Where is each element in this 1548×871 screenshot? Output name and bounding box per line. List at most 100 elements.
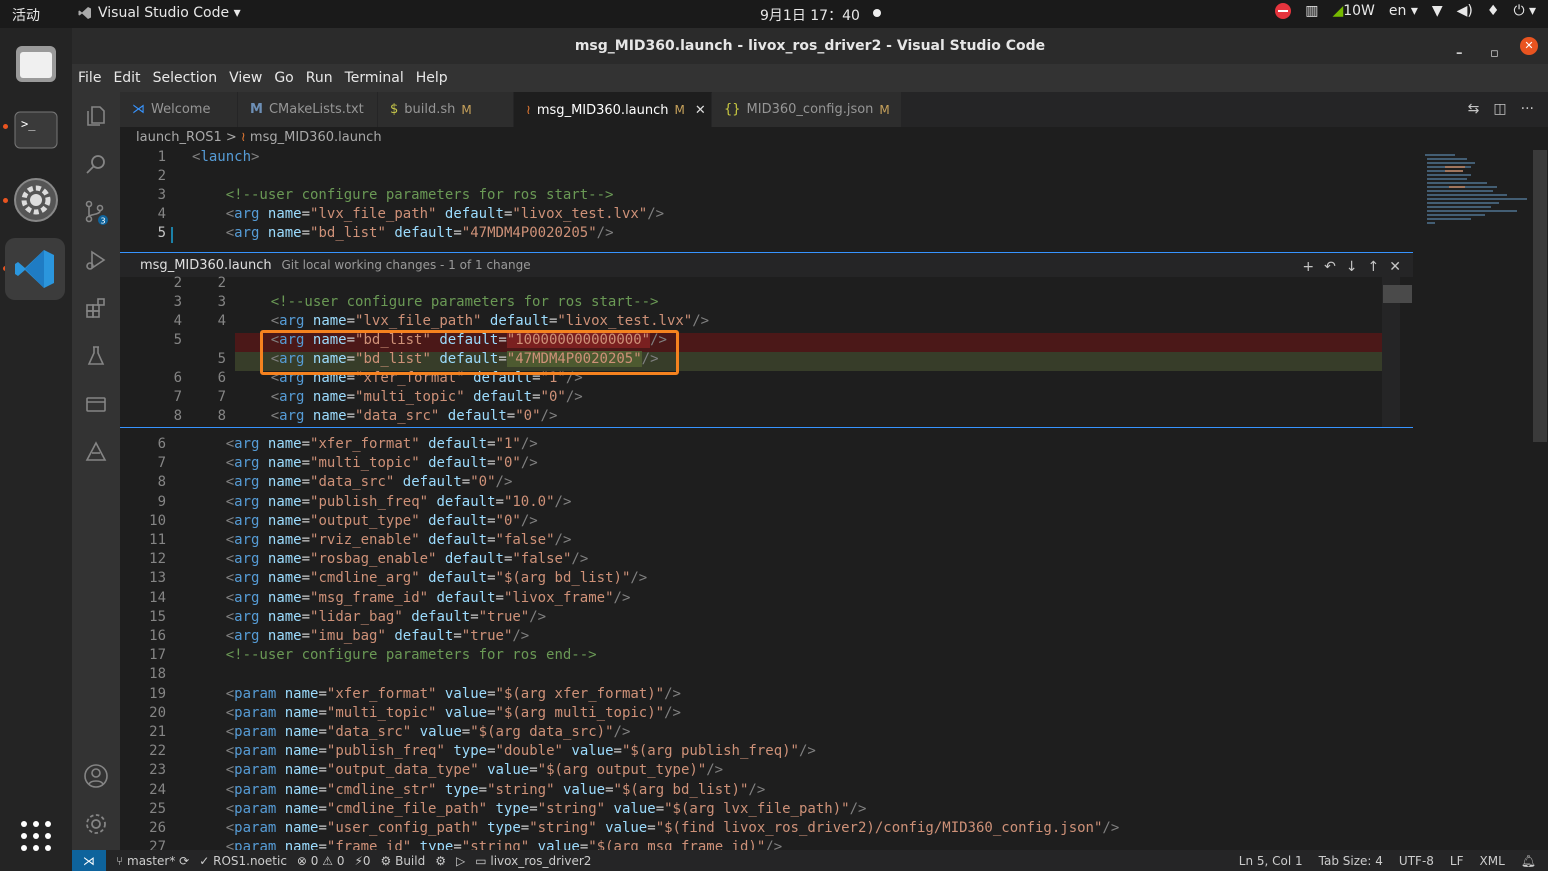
menu-terminal[interactable]: Terminal — [345, 70, 404, 86]
encoding[interactable]: UTF-8 — [1399, 854, 1434, 868]
code-line[interactable]: <arg name="data_src" default="0"/> — [192, 474, 513, 490]
run-debug-icon[interactable] — [82, 246, 110, 274]
code-line[interactable]: <arg name="imu_bag" default="true"/> — [192, 628, 530, 644]
line-ending[interactable]: LF — [1450, 854, 1464, 868]
close-window-button[interactable]: ✕ — [1520, 37, 1538, 55]
build-button[interactable]: ⚙ Build — [381, 854, 426, 868]
code-line[interactable]: <arg name="bd_list" default="47MDM4P0020… — [192, 225, 614, 241]
tab-size[interactable]: Tab Size: 4 — [1319, 854, 1383, 868]
code-line[interactable]: <!--user configure parameters for ros st… — [192, 187, 614, 203]
cursor-position[interactable]: Ln 5, Col 1 — [1239, 854, 1303, 868]
code-line[interactable]: <arg name="output_type" default="0"/> — [192, 513, 538, 529]
source-control-icon[interactable]: 3 — [82, 198, 110, 226]
language-indicator[interactable]: en ▾ — [1389, 3, 1418, 19]
tab-msg-mid360-launch[interactable]: ≀ msg_MID360.launch M ✕ — [514, 92, 712, 127]
open-changes-icon[interactable]: ⇆ — [1468, 101, 1480, 117]
system-tray[interactable]: ▥ ◢10W en ▾ ▼ ◀) ♦ ⏻ ▾ — [1275, 3, 1536, 19]
workspace-folder[interactable]: ▭ livox_ros_driver2 — [475, 854, 591, 868]
git-branch[interactable]: ⑂ master* ⟳ — [116, 854, 189, 868]
code-line[interactable]: <param name="cmdline_file_path" type="st… — [192, 801, 867, 817]
accounts-icon[interactable] — [82, 762, 110, 790]
activities-button[interactable]: 活动 — [12, 5, 40, 25]
code-line[interactable]: <arg name="lvx_file_path" default="livox… — [192, 206, 664, 222]
breadcrumb-file[interactable]: msg_MID360.launch — [250, 130, 382, 145]
files-app-icon[interactable] — [8, 36, 64, 92]
settings-app-icon[interactable] — [8, 172, 64, 228]
wifi-icon[interactable]: ▼ — [1432, 3, 1443, 19]
menu-edit[interactable]: Edit — [113, 70, 140, 86]
sync-icon[interactable]: ⟳ — [179, 854, 189, 868]
extensions-icon[interactable] — [82, 294, 110, 322]
terminal-app-icon[interactable]: >_ — [8, 102, 64, 158]
stage-change-icon[interactable]: + — [1302, 255, 1314, 279]
code-line[interactable]: <param name="multi_topic" value="$(arg m… — [192, 705, 681, 721]
vscode-app-icon[interactable] — [5, 238, 65, 300]
remote-indicator-icon[interactable]: ⋊ — [72, 850, 106, 871]
show-applications-icon[interactable] — [8, 808, 64, 864]
nvidia-power[interactable]: ◢10W — [1332, 3, 1374, 19]
menu-view[interactable]: View — [229, 70, 262, 86]
menu-help[interactable]: Help — [416, 70, 448, 86]
code-line[interactable]: <param name="frame_id" type="string" val… — [192, 839, 782, 850]
split-editor-icon[interactable]: ◫ — [1493, 101, 1506, 117]
search-icon[interactable] — [82, 150, 110, 178]
close-peek-icon[interactable]: ✕ — [1389, 255, 1401, 279]
manage-gear-icon[interactable] — [82, 810, 110, 838]
code-line[interactable]: <param name="cmdline_str" type="string" … — [192, 782, 766, 798]
diff-context-line[interactable]: <arg name="multi_topic" default="0"/> — [237, 389, 583, 405]
code-line[interactable]: <arg name="cmdline_arg" default="$(arg b… — [192, 570, 648, 586]
diff-context-line[interactable]: <!--user configure parameters for ros st… — [237, 294, 659, 310]
code-line[interactable]: <param name="output_data_type" value="$(… — [192, 762, 723, 778]
diff-context-line[interactable]: <arg name="lvx_file_path" default="livox… — [237, 313, 709, 329]
breadcrumb-folder[interactable]: launch_ROS1 — [136, 130, 222, 145]
tab-cmakelists[interactable]: M CMakeLists.txt — [238, 92, 378, 127]
tab-mid360-config-json[interactable]: {} MID360_config.json M — [712, 92, 902, 127]
language-mode[interactable]: XML — [1480, 854, 1505, 868]
previous-change-icon[interactable]: ↑ — [1368, 255, 1380, 279]
run-icon[interactable]: ▷ — [456, 854, 465, 868]
power-icon[interactable]: ⏻ ▾ — [1513, 3, 1536, 19]
explorer-icon[interactable] — [82, 102, 110, 130]
remote-explorer-icon[interactable] — [82, 390, 110, 418]
ros-extension-icon[interactable] — [82, 438, 110, 466]
ports-indicator[interactable]: ⚡0 — [354, 854, 370, 868]
editor-scrollbar[interactable] — [1533, 150, 1547, 442]
tab-build-sh[interactable]: $ build.sh M — [378, 92, 514, 127]
ros-status[interactable]: ✓ ROS1.noetic — [199, 854, 287, 868]
app-menu[interactable]: Visual Studio Code ▾ — [78, 5, 241, 21]
tab-welcome[interactable]: ⋊ Welcome — [120, 92, 238, 127]
code-line[interactable]: <arg name="rviz_enable" default="false"/… — [192, 532, 572, 548]
minimap[interactable] — [1425, 150, 1533, 230]
code-line[interactable]: <launch> — [192, 149, 259, 165]
code-line[interactable]: <arg name="lidar_bag" default="true"/> — [192, 609, 546, 625]
input-method-icon[interactable]: ▥ — [1305, 3, 1318, 19]
code-line[interactable]: <arg name="multi_topic" default="0"/> — [192, 455, 538, 471]
code-line[interactable]: <param name="xfer_format" value="$(arg x… — [192, 686, 681, 702]
notifications-bell-icon[interactable]: 🔔︎ — [1521, 854, 1536, 868]
code-line[interactable]: <param name="publish_freq" type="double"… — [192, 743, 816, 759]
revert-change-icon[interactable]: ↶ — [1324, 255, 1336, 279]
code-line[interactable]: <arg name="xfer_format" default="1"/> — [192, 436, 538, 452]
code-line[interactable]: <arg name="rosbag_enable" default="false… — [192, 551, 589, 567]
menu-go[interactable]: Go — [274, 70, 293, 86]
close-tab-icon[interactable]: ✕ — [695, 103, 706, 118]
code-line[interactable]: <arg name="msg_frame_id" default="livox_… — [192, 590, 631, 606]
testing-icon[interactable] — [82, 342, 110, 370]
clock[interactable]: 9月1日 17：40 — [760, 5, 860, 25]
code-line[interactable]: <param name="user_config_path" type="str… — [192, 820, 1120, 836]
menu-run[interactable]: Run — [306, 70, 333, 86]
debug-icon[interactable]: ⚙ — [435, 854, 446, 868]
microphone-icon[interactable]: ♦ — [1487, 3, 1500, 19]
svg-text:3: 3 — [101, 217, 106, 226]
volume-icon[interactable]: ◀) — [1457, 3, 1473, 19]
code-line[interactable]: <arg name="publish_freq" default="10.0"/… — [192, 494, 572, 510]
more-actions-icon[interactable]: ··· — [1521, 101, 1534, 117]
menu-file[interactable]: File — [78, 70, 101, 86]
problems-indicator[interactable]: ⊗ 0 ⚠ 0 — [297, 854, 345, 868]
diff-context-line[interactable]: <arg name="data_src" default="0"/> — [237, 408, 558, 424]
menu-selection[interactable]: Selection — [153, 70, 218, 86]
next-change-icon[interactable]: ↓ — [1346, 255, 1358, 279]
code-line[interactable]: <!--user configure parameters for ros en… — [192, 647, 597, 663]
do-not-disturb-icon[interactable] — [1275, 3, 1292, 19]
code-line[interactable]: <param name="data_src" value="$(arg data… — [192, 724, 631, 740]
